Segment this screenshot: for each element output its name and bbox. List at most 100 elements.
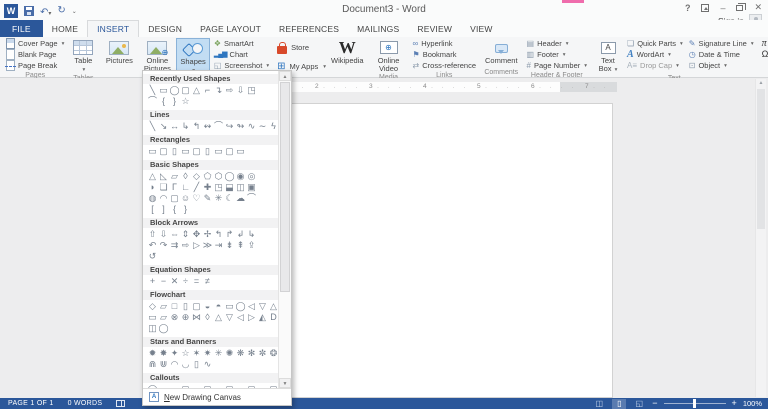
wordart-button[interactable]: A WordArt ▾ xyxy=(625,49,685,60)
shape-icon[interactable]: ] xyxy=(158,204,169,215)
tab-mailings[interactable]: MAILINGS xyxy=(348,20,408,37)
shape-icon[interactable]: ☺ xyxy=(180,193,191,204)
shape-icon[interactable]: ▯ xyxy=(191,359,202,370)
shape-icon[interactable]: } xyxy=(169,96,180,107)
shape-icon[interactable]: ◡ xyxy=(180,359,191,370)
page-number-button[interactable]: # Page Number ▾ xyxy=(525,60,590,71)
zoom-in-button[interactable]: + xyxy=(732,399,737,408)
shape-icon[interactable]: ⇥ xyxy=(213,240,224,251)
drop-cap-button[interactable]: A≡ Drop Cap ▾ xyxy=(625,60,685,71)
shape-icon[interactable]: ◊ xyxy=(180,171,191,182)
vertical-scrollbar[interactable]: ▲ xyxy=(755,79,766,397)
shape-icon[interactable]: ⇞ xyxy=(235,240,246,251)
shape-icon[interactable]: ∿ xyxy=(202,359,213,370)
shape-icon[interactable]: ▱ xyxy=(169,171,180,182)
header-button[interactable]: ▤ Header ▾ xyxy=(525,38,590,49)
shape-icon[interactable]: ↘ xyxy=(158,121,169,132)
shape-icon[interactable]: ◠ xyxy=(158,193,169,204)
pictures-button[interactable]: Pictures xyxy=(100,38,138,75)
shape-icon[interactable]: ◍ xyxy=(147,193,158,204)
tab-home[interactable]: HOME xyxy=(43,20,87,37)
shape-icon[interactable]: ⋈ xyxy=(191,312,202,323)
print-layout-button[interactable]: ▯ xyxy=(612,398,627,409)
tab-review[interactable]: REVIEW xyxy=(408,20,461,37)
zoom-out-button[interactable]: − xyxy=(652,399,657,408)
read-mode-button[interactable]: ◫ xyxy=(592,399,606,409)
shape-icon[interactable]: ▱ xyxy=(158,312,169,323)
shape-icon[interactable]: ╲ xyxy=(147,121,158,132)
shape-icon[interactable]: ❂ xyxy=(268,348,278,359)
shape-icon[interactable]: ↬ xyxy=(235,121,246,132)
shape-icon[interactable]: ✦ xyxy=(169,348,180,359)
shape-icon[interactable]: ✻ xyxy=(246,348,257,359)
zoom-slider[interactable] xyxy=(663,399,726,408)
scroll-up-icon[interactable]: ▲ xyxy=(279,71,291,81)
shape-icon[interactable]: ◫ xyxy=(235,182,246,193)
tab-insert[interactable]: INSERT xyxy=(87,20,140,37)
shape-icon[interactable]: ⇔ xyxy=(169,229,180,240)
page-count[interactable]: PAGE 1 OF 1 xyxy=(8,400,54,407)
scrollbar-thumb[interactable] xyxy=(280,82,290,292)
shape-icon[interactable]: ↳ xyxy=(180,121,191,132)
shape-icon[interactable]: ⇨ xyxy=(224,85,235,96)
shape-icon[interactable]: △ xyxy=(147,171,158,182)
shape-icon[interactable]: ♡ xyxy=(191,193,202,204)
tab-page-layout[interactable]: PAGE LAYOUT xyxy=(191,20,270,37)
shape-icon[interactable]: ☁ xyxy=(235,193,246,204)
ribbon-display-options-icon[interactable] xyxy=(701,3,710,12)
shape-icon[interactable]: ↪ xyxy=(224,121,235,132)
shape-icon[interactable]: ◳ xyxy=(213,182,224,193)
equation-button[interactable]: πEquation▾ xyxy=(760,38,768,49)
shape-icon[interactable]: ▭ xyxy=(213,146,224,157)
shape-icon[interactable]: ⇟ xyxy=(224,240,235,251)
shape-icon[interactable]: ⬓ xyxy=(224,182,235,193)
symbol-button[interactable]: ΩSymbol▾ xyxy=(760,49,768,60)
shape-icon[interactable]: ⌐ xyxy=(202,85,213,96)
shape-icon[interactable]: ✎ xyxy=(202,193,213,204)
shapes-menu-scrollbar[interactable]: ▲ ▼ xyxy=(278,71,291,388)
shape-icon[interactable]: − xyxy=(158,276,169,287)
shape-icon[interactable]: ◗ xyxy=(147,182,158,193)
shape-icon[interactable]: ❏ xyxy=(158,182,169,193)
shape-icon[interactable]: ▭ xyxy=(180,146,191,157)
close-icon[interactable]: ✕ xyxy=(754,2,762,13)
shape-icon[interactable]: { xyxy=(169,204,180,215)
signature-line-button[interactable]: ✎ Signature Line ▾ xyxy=(687,38,756,49)
shape-icon[interactable]: ◺ xyxy=(158,171,169,182)
shape-icon[interactable]: ✕ xyxy=(169,276,180,287)
shape-icon[interactable]: ↳ xyxy=(246,229,257,240)
shape-icon[interactable]: ≠ xyxy=(202,276,213,287)
shape-icon[interactable]: ◫ xyxy=(147,323,158,334)
page-break-button[interactable]: Page Break xyxy=(4,60,66,71)
shape-icon[interactable]: ⌒ xyxy=(147,96,158,107)
shape-icon[interactable]: ⇩ xyxy=(158,229,169,240)
scroll-up-icon[interactable]: ▲ xyxy=(756,79,766,88)
zoom-slider-thumb[interactable] xyxy=(692,399,696,408)
web-layout-button[interactable]: ◱ xyxy=(632,399,646,409)
shape-icon[interactable]: ↭ xyxy=(202,121,213,132)
shape-icon[interactable]: ✺ xyxy=(224,348,235,359)
shape-icon[interactable]: ⌒ xyxy=(246,193,257,204)
shape-icon[interactable]: Γ xyxy=(169,182,180,193)
shape-icon[interactable]: ▭ xyxy=(224,301,235,312)
shape-icon[interactable]: ╲ xyxy=(147,85,158,96)
shape-icon[interactable]: ⋒ xyxy=(147,359,158,370)
shape-icon[interactable]: ╱ xyxy=(191,182,202,193)
chart-button[interactable]: ▂▄▆ Chart xyxy=(212,49,271,60)
shape-icon[interactable]: ☾ xyxy=(224,193,235,204)
shape-icon[interactable]: ☆ xyxy=(180,96,191,107)
shape-icon[interactable]: = xyxy=(191,276,202,287)
blank-page-button[interactable]: Blank Page xyxy=(4,49,66,60)
shape-icon[interactable]: D xyxy=(268,312,278,323)
tab-file[interactable]: FILE xyxy=(0,20,43,37)
shape-icon[interactable]: ✳ xyxy=(213,193,224,204)
bookmark-button[interactable]: ⚑ Bookmark xyxy=(411,49,478,60)
shape-icon[interactable]: ◊ xyxy=(202,312,213,323)
shape-icon[interactable]: ⌒ xyxy=(213,121,224,132)
minimize-icon[interactable]: – xyxy=(720,3,725,13)
word-count[interactable]: 0 WORDS xyxy=(68,400,103,407)
shape-icon[interactable]: ▱ xyxy=(158,301,169,312)
shape-icon[interactable]: ↷ xyxy=(158,240,169,251)
tab-references[interactable]: REFERENCES xyxy=(270,20,348,37)
comment-button[interactable]: Comment xyxy=(482,38,521,68)
